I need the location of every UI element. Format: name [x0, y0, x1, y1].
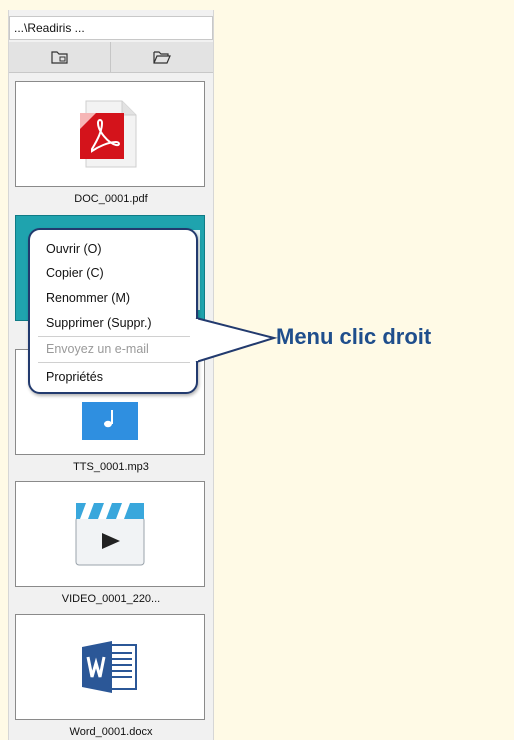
video-icon	[75, 503, 145, 566]
context-menu: Ouvrir (O) Copier (C) Renommer (M) Suppr…	[28, 228, 198, 394]
callout-pointer	[190, 317, 278, 363]
menu-item-delete[interactable]: Supprimer (Suppr.)	[46, 316, 152, 330]
file-card-word[interactable]	[15, 614, 205, 720]
file-card-video[interactable]	[15, 481, 205, 587]
callout-label: Menu clic droit	[276, 324, 432, 349]
menu-item-rename[interactable]: Renommer (M)	[46, 291, 130, 305]
file-name: DOC_0001.pdf	[74, 193, 148, 205]
menu-separator	[38, 336, 190, 337]
file-card-pdf[interactable]	[15, 81, 205, 187]
file-name: TTS_0001.mp3	[73, 461, 149, 473]
file-name: VIDEO_0001_220...	[61, 593, 161, 605]
menu-item-open[interactable]: Ouvrir (O)	[46, 242, 102, 256]
folder-image-icon	[50, 51, 68, 64]
folder-open-button[interactable]	[111, 42, 212, 72]
file-name: Word_0001.docx	[69, 726, 153, 738]
pdf-icon	[80, 100, 137, 168]
path-field[interactable]: ...\Readiris ...	[9, 16, 213, 40]
menu-item-copy[interactable]: Copier (C)	[46, 266, 104, 280]
menu-item-email: Envoyez un e-mail	[46, 342, 149, 356]
panel-toolbar	[9, 42, 213, 73]
folder-image-button[interactable]	[9, 42, 111, 72]
menu-separator	[38, 362, 190, 363]
word-icon	[82, 641, 137, 693]
folder-open-icon	[152, 51, 171, 64]
menu-item-properties[interactable]: Propriétés	[46, 370, 103, 384]
